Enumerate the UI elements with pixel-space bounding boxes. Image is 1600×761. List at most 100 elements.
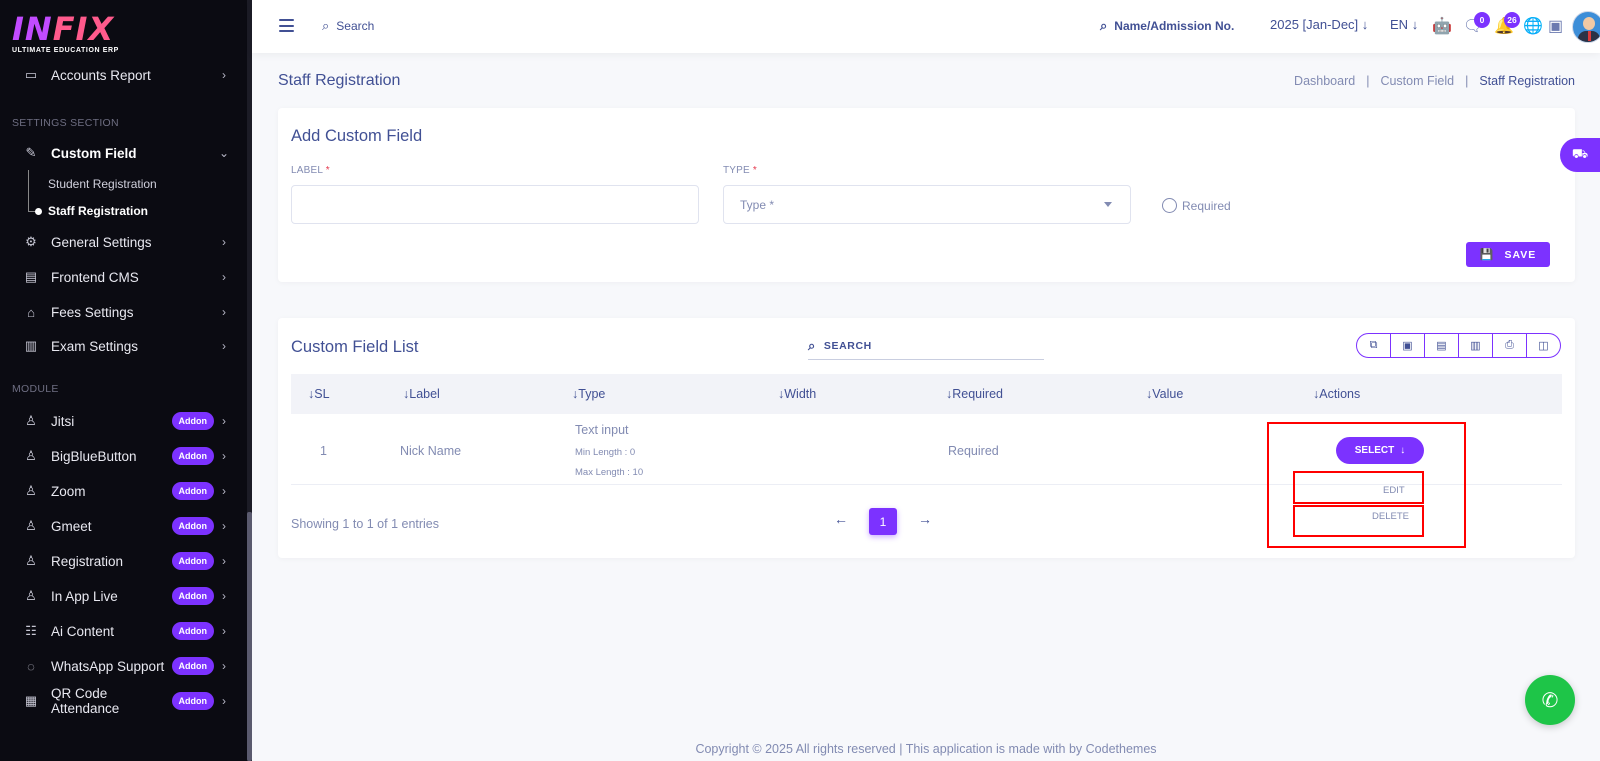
settings-section-title: SETTINGS SECTION (12, 117, 119, 129)
search-input[interactable]: Search (336, 19, 374, 33)
sidebar-item-label: Accounts Report (51, 67, 151, 83)
logo[interactable]: INFIX ULTIMATE EDUCATION ERP (12, 12, 119, 54)
sidebar-item-ai-content[interactable]: ☷ Ai Content Addon › (0, 616, 240, 646)
csv-icon[interactable]: ▤ (1425, 334, 1459, 357)
sidebar-item-label: General Settings (51, 234, 152, 250)
arrow-down-icon: ↓ (1411, 17, 1419, 32)
globe-icon[interactable]: 🌐 (1523, 16, 1543, 36)
sidebar-item-gmeet[interactable]: ♙ Gmeet Addon › (0, 511, 240, 541)
add-custom-field-card: Add Custom Field LABEL * TYPE * Type * R… (278, 108, 1575, 282)
sidebar-item-in-app-live[interactable]: ♙ In App Live Addon › (0, 581, 240, 611)
breadcrumb-staff-registration: Staff Registration (1479, 74, 1575, 88)
column-header-actions[interactable]: ↓Actions (1313, 387, 1360, 401)
admission-search-input[interactable]: Name/Admission No. (1114, 19, 1234, 33)
addon-badge: Addon (171, 482, 214, 500)
sidebar-item-whatsapp-support[interactable]: ◌ WhatsApp Support Addon › (0, 651, 240, 681)
sidebar-subitem-staff-registration[interactable]: Staff Registration (48, 204, 148, 218)
required-checkbox[interactable]: Required (1162, 198, 1231, 213)
whatsapp-icon: ✆ (1541, 689, 1559, 712)
scrollbar-thumb[interactable] (247, 512, 252, 761)
chevron-right-icon: › (222, 659, 226, 673)
prev-page-icon[interactable]: ← (834, 511, 848, 527)
chevron-right-icon: › (222, 68, 226, 82)
save-button-label: SAVE (1504, 248, 1537, 261)
top-search[interactable]: ⌕ Search (322, 18, 374, 34)
showing-entries: Showing 1 to 1 of 1 entries (291, 517, 440, 531)
addon-badge: Addon (171, 447, 214, 465)
logo-subtitle: ULTIMATE EDUCATION ERP (12, 47, 119, 54)
analytics-icon[interactable]: ▣ (1548, 16, 1563, 36)
module-icon: ♙ (25, 553, 37, 568)
addon-badge: Addon (171, 412, 214, 430)
columns-icon[interactable]: ◫ (1527, 334, 1560, 357)
qr-code-icon: ▦ (24, 693, 38, 708)
type-select-placeholder: Type * (740, 197, 775, 212)
search-icon: ⌕ (322, 18, 330, 33)
column-header-type[interactable]: ↓Type (572, 387, 605, 401)
sidebar-item-exam-settings[interactable]: ▥ Exam Settings › (0, 331, 240, 361)
chevron-right-icon: › (222, 484, 226, 498)
sidebar-item-bigbluebutton[interactable]: ♙ BigBlueButton Addon › (0, 441, 240, 471)
breadcrumb-dashboard[interactable]: Dashboard (1294, 74, 1355, 88)
menu-toggle-icon[interactable] (279, 19, 294, 32)
academic-year-select[interactable]: 2025 [Jan-Dec] ↓ (1270, 17, 1368, 32)
sidebar-item-general-settings[interactable]: ⚙ General Settings › (0, 227, 240, 257)
addon-badge: Addon (171, 692, 214, 710)
sidebar-item-accounts-report[interactable]: ▭ Accounts Report › (0, 60, 240, 90)
list-search-input[interactable]: ⌕ SEARCH (808, 332, 1044, 360)
radio-circle-icon (1162, 198, 1177, 213)
chevron-right-icon: › (222, 270, 226, 284)
sidebar-item-jitsi[interactable]: ♙ Jitsi Addon › (0, 406, 240, 436)
column-header-required[interactable]: ↓Required (946, 387, 1003, 401)
notification-count-badge: 26 (1504, 12, 1520, 28)
column-header-width[interactable]: ↓Width (778, 387, 816, 401)
search-icon: ⌕ (808, 337, 816, 353)
avatar[interactable] (1572, 11, 1600, 43)
language-select[interactable]: EN ↓ (1390, 17, 1418, 32)
chevron-right-icon: › (222, 235, 226, 249)
save-button[interactable]: 💾 SAVE (1466, 242, 1550, 267)
column-header-value[interactable]: ↓Value (1146, 387, 1183, 401)
breadcrumb-custom-field[interactable]: Custom Field (1380, 74, 1454, 88)
robot-icon[interactable]: 🤖 (1432, 16, 1452, 36)
type-select[interactable]: Type * (723, 185, 1131, 224)
row-sl: 1 (320, 444, 327, 458)
next-page-icon[interactable]: → (918, 511, 932, 527)
sidebar-subitem-student-registration[interactable]: Student Registration (48, 177, 157, 191)
chevron-right-icon: › (222, 554, 226, 568)
sidebar-item-registration[interactable]: ♙ Registration Addon › (0, 546, 240, 576)
custom-field-icon: ✎ (25, 145, 37, 160)
sidebar-item-fees-settings[interactable]: ⌂ Fees Settings › (0, 297, 240, 327)
chevron-right-icon: › (222, 339, 226, 353)
print-icon[interactable]: ⎙ (1493, 334, 1527, 357)
page-number-1[interactable]: 1 (869, 508, 897, 535)
breadcrumb-separator: | (1366, 74, 1370, 88)
addon-badge: Addon (171, 517, 214, 535)
custom-field-list-title: Custom Field List (291, 338, 419, 356)
sidebar-item-zoom[interactable]: ♙ Zoom Addon › (0, 476, 240, 506)
row-required: Required (948, 444, 999, 458)
row-type: Text input (575, 423, 629, 437)
pdf-icon[interactable]: ▥ (1459, 334, 1493, 357)
chat-count-badge: 0 (1474, 12, 1490, 28)
label-input[interactable] (291, 185, 699, 224)
addon-badge: Addon (171, 657, 214, 675)
sidebar-item-qr-code-attendance[interactable]: ▦ QR Code Attendance Addon › (0, 686, 240, 716)
robot-icon: ☷ (25, 623, 37, 638)
chevron-right-icon: › (222, 449, 226, 463)
table-header: ↓SL ↓Label ↓Type ↓Width ↓Required ↓Value… (291, 374, 1562, 414)
copy-icon[interactable]: ⧉ (1357, 334, 1391, 357)
arrow-down-icon: ↓ (1361, 17, 1369, 32)
whatsapp-chat-button[interactable]: ✆ (1525, 675, 1575, 725)
sidebar-item-label: WhatsApp Support (51, 658, 165, 674)
sidebar-scrollbar[interactable] (247, 0, 252, 761)
floating-settings-tab[interactable]: ⛟ (1560, 138, 1600, 172)
admission-search[interactable]: ⌕ Name/Admission No. (1100, 18, 1234, 34)
sidebar-item-frontend-cms[interactable]: ▤ Frontend CMS › (0, 262, 240, 292)
sidebar-item-label: Ai Content (51, 623, 115, 639)
highlight-delete-box (1293, 505, 1424, 537)
sidebar-item-custom-field[interactable]: ✎ Custom Field ⌄ (0, 138, 240, 168)
column-header-sl[interactable]: ↓SL (308, 387, 330, 401)
excel-icon[interactable]: ▣ (1391, 334, 1425, 357)
column-header-label[interactable]: ↓Label (403, 387, 440, 401)
